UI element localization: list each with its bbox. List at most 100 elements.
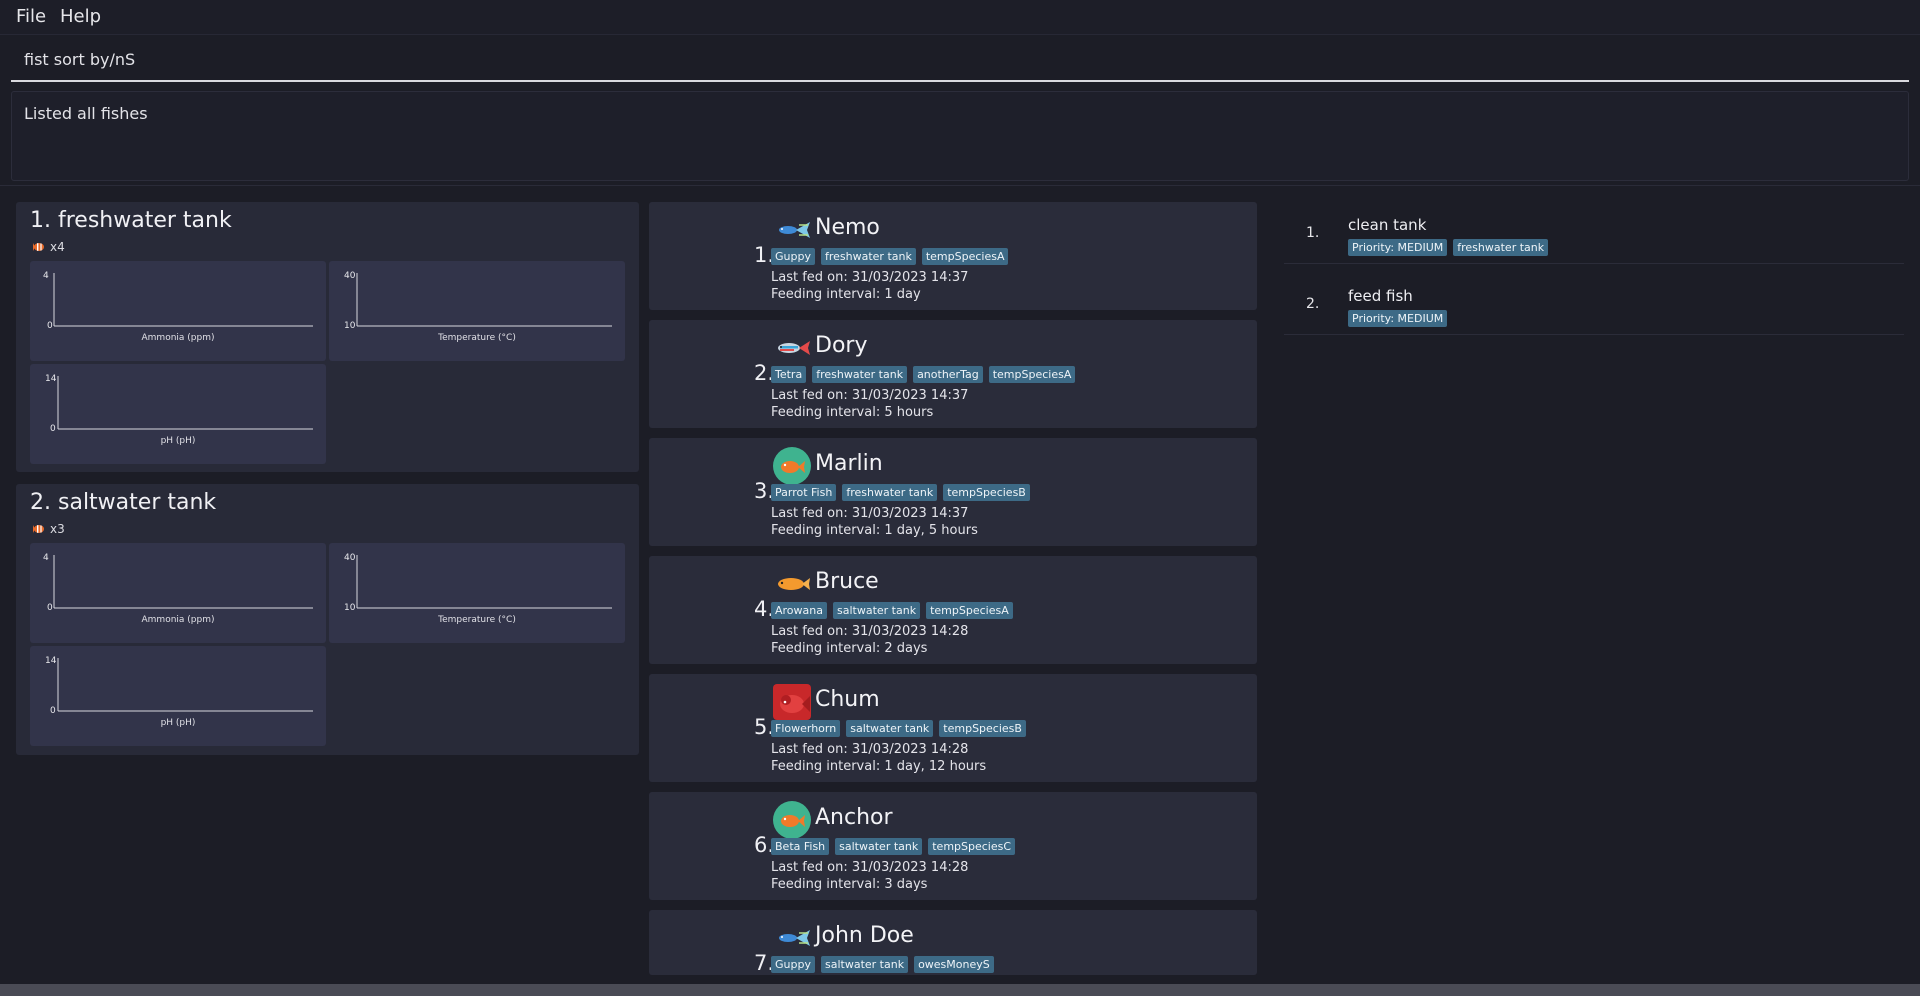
y-min-label: 10	[344, 603, 356, 613]
guppy-icon	[779, 930, 810, 946]
y-max-label: 4	[43, 553, 49, 563]
tag: anotherTag	[913, 366, 983, 383]
task-name: clean tank	[1348, 216, 1427, 234]
chart-label: Ammonia (ppm)	[141, 615, 215, 625]
tag: tempSpeciesB	[939, 720, 1026, 737]
chart-label: Ammonia (ppm)	[141, 333, 215, 343]
tag: tempSpeciesB	[943, 484, 1030, 501]
tank-name: freshwater tank	[58, 208, 232, 233]
feeding-interval: Feeding interval: 1 day, 5 hours	[771, 523, 978, 538]
fish-card[interactable]: 5. Chum Flowerhorn saltwater tank tempSp…	[649, 674, 1257, 782]
temperature-chart: 40 10 Temperature (°C)	[329, 543, 625, 643]
fish-index: 5.	[753, 715, 774, 739]
y-max-label: 4	[43, 271, 49, 281]
fish-name: Nemo	[815, 215, 880, 240]
feeding-interval: Feeding interval: 2 days	[771, 641, 928, 656]
command-input-text: fist sort by/nS	[24, 50, 136, 69]
fish-card[interactable]: 2. Dory Tetra freshwater tank anotherTag…	[649, 320, 1257, 428]
task-tags: Priority: MEDIUM	[1348, 310, 1448, 327]
fish-card[interactable]: 3. Marlin Parrot Fish freshwater tank te…	[649, 438, 1257, 546]
tank-index: 1.	[30, 208, 51, 233]
tag: saltwater tank	[835, 838, 923, 855]
tag: saltwater tank	[820, 956, 909, 973]
tag: Arowana	[771, 602, 827, 619]
horizontal-scrollbar[interactable]	[0, 984, 1920, 996]
task-item[interactable]: 2. feed fish Priority: MEDIUM	[1284, 274, 1904, 335]
command-input[interactable]: fist sort by/nS	[11, 40, 1909, 82]
tag: tempSpeciesA	[926, 602, 1013, 619]
feeding-interval: Feeding interval: 1 day, 12 hours	[771, 759, 987, 774]
task-item[interactable]: 1. clean tank Priority: MEDIUM freshwate…	[1284, 203, 1904, 264]
y-min-label: 0	[50, 424, 56, 434]
tank-title: 1. freshwater tank	[30, 208, 232, 233]
beta-fish-icon	[773, 801, 811, 839]
fish-tags: Guppy freshwater tank tempSpeciesA	[771, 248, 1009, 265]
tag: Priority: MEDIUM	[1348, 310, 1448, 327]
fish-index: 4.	[753, 597, 774, 621]
file-menu[interactable]: File	[16, 6, 46, 27]
task-name: feed fish	[1348, 287, 1413, 305]
chart-label: pH (pH)	[160, 436, 196, 446]
last-fed: Last fed on: 31/03/2023 14:28	[771, 624, 969, 639]
tag: freshwater tank	[812, 366, 908, 383]
ammonia-chart: 4 0 Ammonia (ppm)	[30, 261, 326, 361]
fish-tags: Flowerhorn saltwater tank tempSpeciesB	[771, 720, 1026, 737]
last-fed: Last fed on: 31/03/2023 14:37	[771, 388, 969, 403]
y-max-label: 40	[344, 553, 356, 563]
fish-name: Bruce	[815, 569, 879, 594]
tag: saltwater tank	[846, 720, 934, 737]
tag: Priority: MEDIUM	[1348, 239, 1448, 256]
fish-name: Anchor	[815, 805, 893, 830]
fish-name: Marlin	[815, 451, 883, 476]
tank-title: 2. saltwater tank	[30, 490, 216, 515]
fish-card[interactable]: 7. John Doe Guppy saltwater tank owesMon…	[649, 910, 1257, 975]
fish-card[interactable]: 6. Anchor Beta Fish saltwater tank tempS…	[649, 792, 1257, 900]
section-divider	[0, 185, 1920, 186]
fish-tags: Beta Fish saltwater tank tempSpeciesC	[771, 838, 1016, 855]
feeding-interval: Feeding interval: 5 hours	[771, 405, 934, 420]
y-min-label: 0	[47, 603, 53, 613]
tank-card[interactable]: 2. saltwater tank x3 4 0 Ammonia (ppm) 4…	[16, 484, 639, 755]
tank-card[interactable]: 1. freshwater tank x4 4 0 Ammonia (ppm) …	[16, 202, 639, 472]
fish-tags: Arowana saltwater tank tempSpeciesA	[771, 602, 1013, 619]
chart-label: Temperature (°C)	[438, 333, 516, 343]
tag: Guppy	[771, 248, 815, 265]
tag: saltwater tank	[833, 602, 921, 619]
y-max-label: 14	[45, 656, 57, 666]
fish-index: 7.	[753, 951, 774, 975]
task-index: 1.	[1306, 225, 1320, 241]
feeding-interval: Feeding interval: 3 days	[771, 877, 928, 892]
feeding-interval: Feeding interval: 1 day	[771, 287, 921, 302]
tag: owesMoneyS	[914, 956, 994, 973]
fish-index: 1.	[753, 243, 774, 267]
fish-tags: Parrot Fish freshwater tank tempSpeciesB	[771, 484, 1030, 501]
fish-name: Dory	[815, 333, 868, 358]
y-max-label: 14	[45, 374, 57, 384]
tag: Flowerhorn	[771, 720, 841, 737]
task-tags: Priority: MEDIUM freshwater tank	[1348, 239, 1549, 256]
fish-name: John Doe	[815, 923, 914, 948]
fish-card[interactable]: 4. Bruce Arowana saltwater tank tempSpec…	[649, 556, 1257, 664]
last-fed: Last fed on: 31/03/2023 14:37	[771, 506, 969, 521]
y-max-label: 40	[344, 271, 356, 281]
fish-tags: Tetra freshwater tank anotherTag tempSpe…	[771, 366, 1076, 383]
last-fed: Last fed on: 31/03/2023 14:28	[771, 860, 969, 875]
tag: tempSpeciesA	[921, 248, 1009, 265]
chart-label: pH (pH)	[160, 718, 196, 728]
fish-card[interactable]: 1. Nemo Guppy freshwater tank tempSpecie…	[649, 202, 1257, 310]
parrot-fish-icon	[773, 447, 811, 485]
guppy-icon	[779, 222, 810, 238]
menu-bar: File Help	[0, 0, 1920, 35]
ph-chart: 14 0 pH (pH)	[30, 364, 326, 464]
temperature-chart: 40 10 Temperature (°C)	[329, 261, 625, 361]
fish-index: 6.	[753, 833, 774, 857]
y-min-label: 0	[47, 321, 53, 331]
clownfish-icon	[33, 243, 44, 251]
result-display: Listed all fishes	[11, 91, 1909, 181]
last-fed: Last fed on: 31/03/2023 14:37	[771, 270, 969, 285]
tank-name: saltwater tank	[58, 490, 217, 515]
tag: freshwater tank	[820, 248, 916, 265]
task-index: 2.	[1306, 296, 1320, 312]
help-menu[interactable]: Help	[60, 6, 101, 27]
result-message: Listed all fishes	[24, 104, 148, 123]
